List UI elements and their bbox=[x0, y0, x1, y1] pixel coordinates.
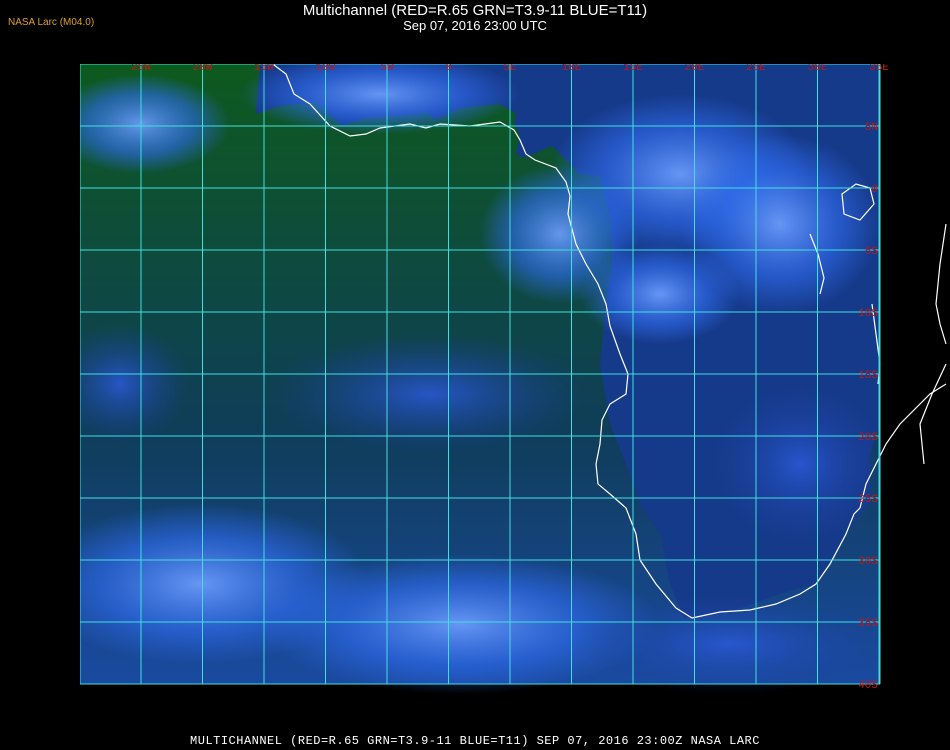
latitude-label: 10S bbox=[858, 308, 878, 320]
satellite-map: 25W 20W 15W 10W 5W 0 5E 10E 15E 20E 25E 30E 35E 5N 0 5… bbox=[30, 43, 950, 728]
latitude-label: 5N bbox=[865, 122, 878, 134]
footer-caption: MULTICHANNEL (RED=R.65 GRN=T3.9-11 BLUE=… bbox=[190, 734, 760, 748]
longitude-label: 15W bbox=[254, 64, 274, 74]
longitude-label: 25W bbox=[131, 64, 151, 74]
latitude-label: 25S bbox=[858, 494, 878, 506]
satellite-imagery bbox=[30, 54, 890, 694]
credit-label: NASA Larc (M04.0) bbox=[8, 17, 95, 28]
latitude-label: 15S bbox=[858, 370, 878, 382]
longitude-label: 20W bbox=[193, 64, 213, 74]
latitude-label: 40S bbox=[858, 680, 878, 692]
latitude-label: 35S bbox=[858, 618, 878, 630]
longitude-label: 10E bbox=[562, 64, 582, 74]
longitude-label: 25E bbox=[746, 64, 766, 74]
longitude-label: 5W bbox=[380, 64, 394, 74]
cloud-mass bbox=[570, 594, 890, 694]
longitude-label: 10W bbox=[316, 64, 336, 74]
latitude-label: 0 bbox=[871, 184, 878, 196]
longitude-label: 30E bbox=[808, 64, 828, 74]
longitude-label: 15E bbox=[623, 64, 643, 74]
longitude-label: 0 bbox=[445, 64, 452, 74]
map-canvas: 25W 20W 15W 10W 5W 0 5E 10E 15E 20E 25E 30E 35E 5N 0 5… bbox=[30, 43, 950, 728]
cloud-mass bbox=[710, 384, 890, 544]
longitude-label: 20E bbox=[685, 64, 705, 74]
image-title: Multichannel (RED=R.65 GRN=T3.9-11 BLUE=… bbox=[302, 2, 648, 19]
longitude-label: 35E bbox=[869, 64, 889, 74]
cloud-mass bbox=[580, 244, 740, 344]
longitude-label: 5E bbox=[503, 64, 517, 74]
latitude-label: 20S bbox=[858, 432, 878, 444]
latitude-label: 30S bbox=[858, 556, 878, 568]
latitude-label: 5S bbox=[865, 246, 879, 258]
image-timestamp: Sep 07, 2016 23:00 UTC bbox=[403, 18, 547, 33]
